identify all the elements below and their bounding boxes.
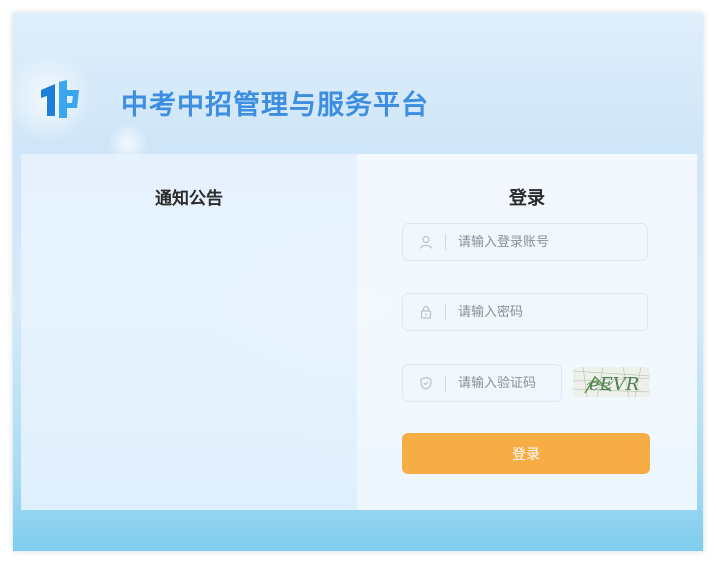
login-page: 中考中招管理与服务平台 通知公告 登录 请输入登录账号 请输入验证码 eEVR … <box>13 13 703 551</box>
login-title: 登录 <box>509 188 545 209</box>
password-input[interactable] <box>458 304 608 320</box>
shield-icon <box>415 372 437 394</box>
captcha-input[interactable] <box>458 375 548 391</box>
field-separator <box>445 234 446 250</box>
lock-icon <box>415 301 437 323</box>
field-separator <box>445 375 446 391</box>
user-icon <box>415 231 437 253</box>
login-panel: 登录 请输入登录账号 请输入验证码 eEVR 登录 <box>357 154 697 510</box>
login-button[interactable]: 登录 <box>402 433 650 474</box>
app-title: 中考中招管理与服务平台 <box>121 90 429 121</box>
captcha-image[interactable]: eEVR <box>573 367 650 397</box>
field-separator <box>445 304 446 320</box>
username-field[interactable] <box>402 223 648 261</box>
logo-icon <box>41 80 79 118</box>
captcha-field[interactable] <box>402 364 562 402</box>
password-field[interactable] <box>402 293 648 331</box>
captcha-text: eEVR <box>589 374 639 395</box>
notice-panel: 通知公告 <box>21 154 357 510</box>
main-panel: 通知公告 登录 请输入登录账号 请输入验证码 eEVR 登录 <box>21 154 697 510</box>
username-input[interactable] <box>458 234 608 250</box>
notice-title: 通知公告 <box>155 189 223 209</box>
